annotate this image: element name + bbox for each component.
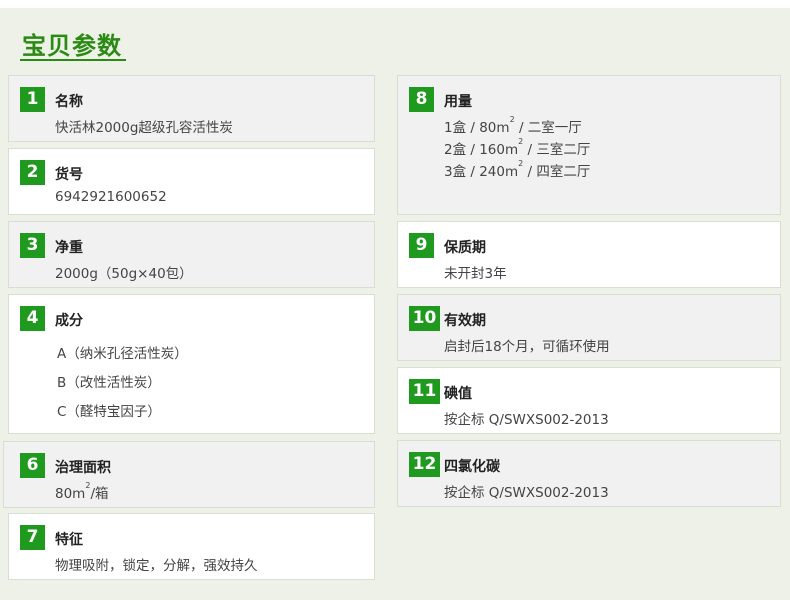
item-value: 2000g（50g×40包） — [55, 266, 193, 282]
item-title: 四氯化碳 — [444, 459, 500, 475]
item-value: 快活林2000g超级孔容活性炭 — [55, 120, 233, 136]
item-value: 6942921600652 — [55, 189, 167, 205]
param-card-coverage-area: 6 治理面积 80m2/箱 — [3, 441, 375, 508]
param-card-iodine-value: 11 碘值 按企标 Q/SWXS002-2013 — [397, 367, 781, 434]
param-card-sku: 2 货号 6942921600652 — [8, 148, 375, 215]
item-title: 特征 — [55, 532, 83, 548]
param-card-ingredients: 4 成分 A（纳米孔径活性炭） B（改性活性炭） C（醛特宝因子） — [8, 294, 375, 434]
item-title: 名称 — [55, 94, 83, 110]
item-number: 2 — [20, 160, 45, 185]
page-title: 宝贝参数 — [22, 32, 122, 60]
dosage-line-1: 1盒 / 80m2 / 二室一厅 — [444, 115, 582, 136]
item-title: 成分 — [55, 313, 83, 329]
dosage-line-2: 2盒 / 160m2 / 三室二厅 — [444, 137, 591, 158]
item-title: 货号 — [55, 167, 83, 183]
item-number: 7 — [20, 525, 45, 550]
item-number: 3 — [20, 233, 45, 258]
item-title: 净重 — [55, 240, 83, 256]
item-number: 8 — [409, 87, 434, 112]
item-number: 10 — [409, 306, 440, 331]
item-number: 1 — [20, 87, 45, 112]
item-title: 碘值 — [444, 386, 472, 402]
item-value: 按企标 Q/SWXS002-2013 — [444, 485, 609, 501]
param-card-carbon-tetrachloride: 12 四氯化碳 按企标 Q/SWXS002-2013 — [397, 440, 781, 507]
item-title: 有效期 — [444, 313, 486, 329]
item-value: 启封后18个月，可循环使用 — [444, 339, 610, 355]
item-title: 用量 — [444, 94, 472, 110]
top-strip — [0, 0, 790, 8]
param-card-features: 7 特征 物理吸附，锁定，分解，强效持久 — [8, 513, 375, 580]
param-card-validity: 10 有效期 启封后18个月，可循环使用 — [397, 294, 781, 361]
item-number: 9 — [409, 233, 434, 258]
item-value: 按企标 Q/SWXS002-2013 — [444, 412, 609, 428]
item-value: 未开封3年 — [444, 266, 507, 282]
dosage-line-3: 3盒 / 240m2 / 四室二厅 — [444, 159, 591, 180]
title-underline — [20, 59, 126, 61]
ingredient-c: C（醛特宝因子） — [57, 404, 161, 420]
param-card-name: 1 名称 快活林2000g超级孔容活性炭 — [8, 75, 375, 142]
item-number: 12 — [409, 452, 440, 477]
item-title: 保质期 — [444, 240, 486, 256]
item-value: 80m2/箱 — [55, 481, 109, 502]
param-card-net-weight: 3 净重 2000g（50g×40包） — [8, 221, 375, 288]
param-card-shelf-life: 9 保质期 未开封3年 — [397, 221, 781, 288]
ingredient-b: B（改性活性炭） — [57, 375, 161, 391]
item-number: 11 — [409, 379, 440, 404]
ingredient-a: A（纳米孔径活性炭） — [57, 346, 188, 362]
item-number: 6 — [20, 453, 45, 478]
item-title: 治理面积 — [55, 460, 111, 476]
item-number: 4 — [20, 306, 45, 331]
param-card-dosage: 8 用量 1盒 / 80m2 / 二室一厅 2盒 / 160m2 / 三室二厅 … — [397, 75, 781, 215]
item-value: 物理吸附，锁定，分解，强效持久 — [55, 558, 258, 574]
